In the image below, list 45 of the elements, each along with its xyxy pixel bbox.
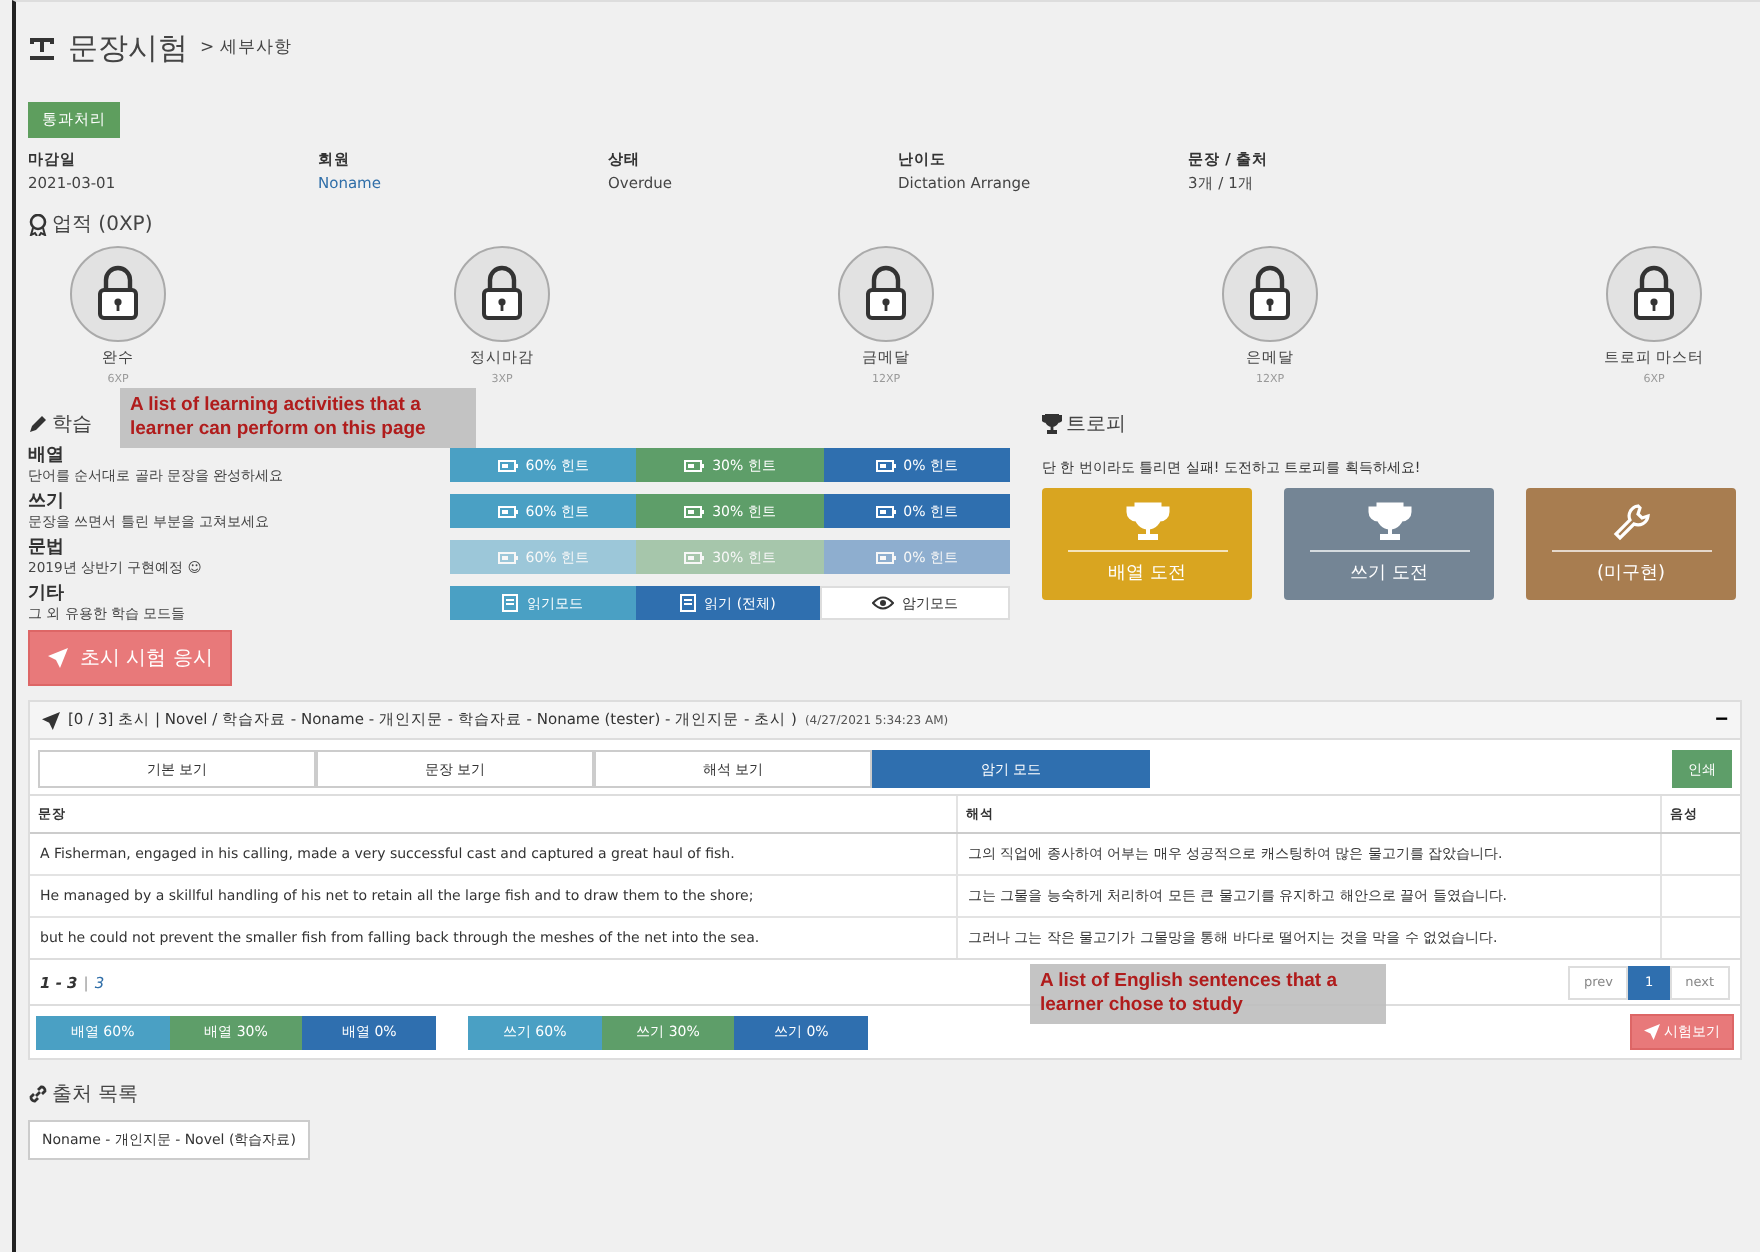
section-title: 출처 목록 <box>52 1082 139 1108</box>
link-icon <box>28 1084 48 1104</box>
activity-name: 배열 <box>28 445 66 467</box>
annotation-callout: A list of English sentences that a learner chose to study <box>1030 964 1386 1024</box>
lock-icon <box>454 246 550 342</box>
pencil-icon <box>28 414 48 434</box>
battery-icon <box>684 505 705 517</box>
send-icon <box>42 711 60 729</box>
send-icon <box>48 648 68 668</box>
collapse-button[interactable]: − <box>1715 708 1728 732</box>
activity-name: 문법 <box>28 537 66 559</box>
trophy-card[interactable]: 배열 도전 <box>1042 488 1252 600</box>
battery-icon <box>497 505 518 517</box>
activity-name: 기타 <box>28 583 66 605</box>
medal-icon <box>28 213 48 235</box>
send-icon <box>1644 1024 1660 1040</box>
breadcrumb: > 세부사항 <box>200 36 292 60</box>
lock-icon <box>70 246 166 342</box>
trophy-icon <box>1042 414 1062 434</box>
section-title: 학습 <box>52 412 92 438</box>
battery-icon <box>497 551 518 563</box>
eye-icon <box>872 596 895 610</box>
book-icon <box>502 594 519 612</box>
page-title: 문장시험 <box>68 29 188 67</box>
trophy-icon <box>1367 502 1411 542</box>
battery-icon <box>497 459 518 471</box>
lock-icon <box>1222 246 1318 342</box>
battery-icon <box>875 505 896 517</box>
test-button[interactable]: 초시 시험 응시 <box>28 630 233 686</box>
activity-name: 쓰기 <box>28 491 66 513</box>
battery-icon <box>684 551 705 563</box>
battery-icon <box>684 459 705 471</box>
battery-icon <box>875 551 896 563</box>
trophy-card[interactable]: 쓰기 도전 <box>1284 488 1494 600</box>
section-title: 업적 (0XP) <box>52 212 153 238</box>
section-title: 트로피 <box>1066 412 1126 438</box>
trophy-card[interactable]: (미구현) <box>1526 488 1736 600</box>
lock-icon <box>1606 246 1702 342</box>
book-icon <box>680 594 697 612</box>
battery-icon <box>875 459 896 471</box>
annotation-callout: A list of learning activities that a learner can perform on this page <box>120 388 476 448</box>
lock-icon <box>838 246 934 342</box>
trophy-icon <box>1125 502 1169 542</box>
wrench-icon <box>1611 502 1651 542</box>
text-format-icon <box>28 35 56 61</box>
